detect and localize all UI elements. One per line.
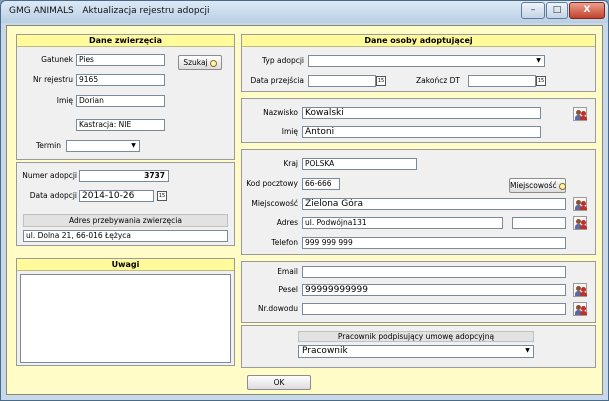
notes-header: Uwagi xyxy=(17,259,234,271)
end-dt-field[interactable] xyxy=(468,75,536,87)
search-button[interactable]: Szukaj xyxy=(178,55,222,70)
phone-label: Telefon xyxy=(271,238,298,247)
address-extra-field[interactable] xyxy=(512,217,566,229)
employee-dropdown[interactable]: Pracownik ▼ xyxy=(298,345,534,358)
species-field[interactable]: Pies xyxy=(76,54,165,66)
adoption-number-label: Numer adopcji xyxy=(22,171,77,180)
chevron-down-icon: ▼ xyxy=(131,142,136,149)
adoption-type-label: Typ adopcji xyxy=(262,56,304,65)
adoption-number-field[interactable]: 3737 xyxy=(79,170,169,182)
species-label: Gatunek xyxy=(41,55,73,64)
adoption-type-dropdown[interactable]: ▼ xyxy=(308,55,545,67)
animal-panel-header: Dane zwierzęcia xyxy=(17,35,234,47)
window-caption: Aktualizacja rejestru adopcji xyxy=(82,6,210,16)
name-label: Imię xyxy=(56,96,73,105)
country-field[interactable]: POLSKA xyxy=(302,158,417,170)
users-icon[interactable] xyxy=(573,283,587,297)
window-title: GMG ANIMALS Aktualizacja rejestru adopcj… xyxy=(9,6,210,16)
country-label: Kraj xyxy=(283,159,298,168)
postal-code-label: Kod pocztowy xyxy=(246,179,298,188)
users-icon[interactable] xyxy=(573,302,587,316)
employee-panel: Pracownik podpisujący umowę adopcyjną Pr… xyxy=(241,325,596,368)
name-field[interactable]: Dorian xyxy=(76,95,165,107)
end-dt-label: Zakończ DT xyxy=(416,76,460,85)
takeover-date-field[interactable] xyxy=(308,75,376,87)
employee-value: Pracownik xyxy=(302,346,348,356)
users-icon[interactable] xyxy=(573,197,587,211)
pesel-field[interactable]: 99999999999 xyxy=(302,284,566,296)
maximize-button[interactable]: □ xyxy=(546,2,568,19)
minimize-button[interactable]: – xyxy=(521,2,545,19)
surname-field[interactable]: Kowalski xyxy=(302,107,541,119)
postal-code-field[interactable]: 66-666 xyxy=(302,178,340,190)
ok-button[interactable]: OK xyxy=(247,375,311,390)
adoption-date-field[interactable]: 2014-10-26 xyxy=(79,190,154,202)
register-field[interactable]: 9165 xyxy=(76,74,165,86)
app-name: GMG ANIMALS xyxy=(9,6,74,16)
title-bar: GMG ANIMALS Aktualizacja rejestru adopcj… xyxy=(1,1,608,23)
animal-panel: Dane zwierzęcia Gatunek Pies Szukaj Nr r… xyxy=(16,34,235,160)
person-contact-panel: Email Pesel 99999999999 Nr.dowodu xyxy=(241,261,596,323)
surname-label: Nazwisko xyxy=(263,108,298,117)
register-label: Nr rejestru xyxy=(33,75,73,84)
person-name-panel: Nazwisko Kowalski Imię Antoni xyxy=(241,98,596,143)
adoption-date-label: Data adopcji xyxy=(29,191,77,200)
email-field[interactable] xyxy=(302,266,566,278)
animal-address-field[interactable]: ul. Dolna 21, 66-016 Łężyca xyxy=(23,230,228,242)
city-lookup-label: Miejscowość xyxy=(510,181,557,190)
calendar-icon[interactable]: 15 xyxy=(376,76,386,86)
users-icon[interactable] xyxy=(573,107,587,121)
magnifier-icon xyxy=(558,182,566,190)
city-lookup-button[interactable]: Miejscowość xyxy=(509,178,566,193)
id-number-field[interactable] xyxy=(302,303,566,315)
calendar-icon[interactable]: 15 xyxy=(536,76,546,86)
notes-textarea[interactable] xyxy=(20,274,231,363)
form-area: Dane zwierzęcia Gatunek Pies Szukaj Nr r… xyxy=(6,25,603,395)
address-label: Adres xyxy=(276,218,298,227)
employee-header: Pracownik podpisujący umowę adopcyjną xyxy=(298,331,534,342)
city-label: Miejscowość xyxy=(251,199,298,208)
close-button[interactable]: X xyxy=(569,2,605,19)
adoption-info-panel: Numer adopcji 3737 Data adopcji 2014-10-… xyxy=(16,162,235,246)
firstname-label: Imię xyxy=(281,127,298,136)
users-icon[interactable] xyxy=(573,216,587,230)
animal-address-header: Adres przebywania zwierzęcia xyxy=(23,214,228,227)
adoptive-person-panel: Dane osoby adoptującej Typ adopcji ▼ Dat… xyxy=(241,34,596,92)
notes-panel: Uwagi xyxy=(16,258,235,366)
person-panel-header: Dane osoby adoptującej xyxy=(242,35,595,47)
firstname-field[interactable]: Antoni xyxy=(302,126,541,138)
phone-field[interactable]: 999 999 999 xyxy=(302,237,566,249)
search-button-label: Szukaj xyxy=(183,58,208,67)
chevron-down-icon: ▼ xyxy=(536,57,541,64)
calendar-icon[interactable]: 15 xyxy=(157,191,167,201)
address-field[interactable]: ul. Podwójna131 xyxy=(302,217,503,229)
magnifier-icon xyxy=(209,59,217,67)
id-number-label: Nr.dowodu xyxy=(258,304,298,313)
castration-field: Kastracja: NIE xyxy=(76,119,165,131)
term-dropdown[interactable]: ▼ xyxy=(66,140,140,152)
pesel-label: Pesel xyxy=(278,285,298,294)
city-field[interactable]: Zielona Góra xyxy=(302,198,566,210)
term-label: Termin xyxy=(35,141,61,150)
adoption-register-window: GMG ANIMALS Aktualizacja rejestru adopcj… xyxy=(0,0,609,401)
chevron-down-icon: ▼ xyxy=(525,347,530,354)
person-address-panel: Kraj POLSKA Kod pocztowy 66-666 Miejscow… xyxy=(241,149,596,255)
takeover-date-label: Data przejścia xyxy=(250,76,304,85)
email-label: Email xyxy=(277,267,298,276)
